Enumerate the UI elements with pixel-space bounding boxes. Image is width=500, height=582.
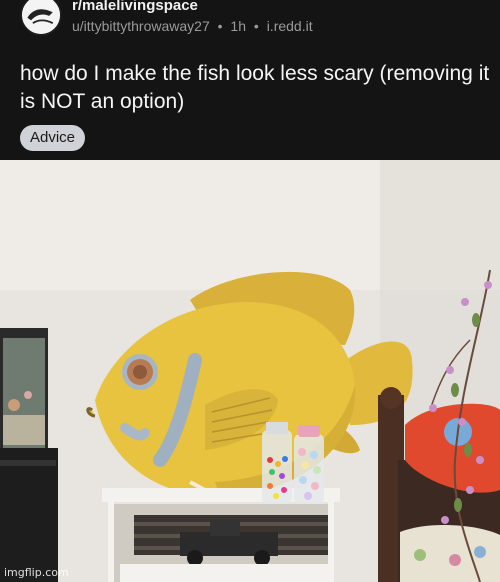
watermark-text: imgflip.com <box>4 566 69 579</box>
meta-separator: • <box>217 18 223 34</box>
post-domain[interactable]: i.redd.it <box>267 18 313 34</box>
flair-badge[interactable]: Advice <box>20 125 86 151</box>
meta-separator: • <box>253 18 259 34</box>
author-link[interactable]: u/ittybittythrowaway27 <box>72 18 210 34</box>
subreddit-name[interactable]: r/malelivingspace <box>72 0 198 14</box>
post-photo <box>0 160 500 582</box>
post-header: r/malelivingspace u/ittybittythrowaway27… <box>0 0 500 160</box>
post-image[interactable]: imgflip.com <box>0 160 500 582</box>
post-title[interactable]: how do I make the fish look less scary (… <box>20 60 490 116</box>
post-meta: u/ittybittythrowaway27 • 1h • i.redd.it <box>72 18 313 34</box>
post-age: 1h <box>230 18 246 34</box>
subreddit-avatar-icon[interactable] <box>20 0 62 36</box>
